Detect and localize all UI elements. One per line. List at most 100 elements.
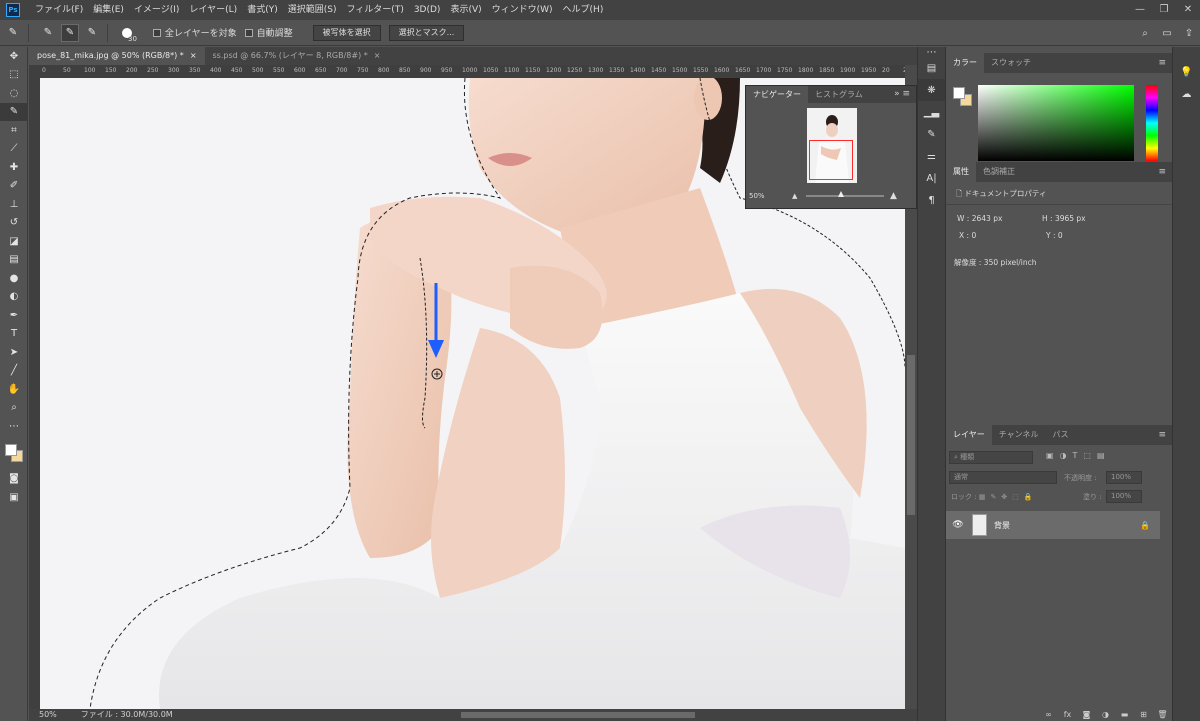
tab-paths[interactable]: パス — [1046, 425, 1076, 445]
path-selection-icon[interactable]: ➤ — [0, 343, 28, 362]
foreground-color[interactable] — [953, 87, 965, 99]
hand-tool-icon[interactable]: ✋ — [0, 380, 28, 399]
trash-icon[interactable]: 🗑 — [1153, 710, 1172, 719]
quick-selection-tool-icon[interactable]: ✎ — [0, 102, 28, 121]
close-tab-icon[interactable]: × — [190, 51, 197, 60]
group-icon[interactable]: ▬ — [1115, 710, 1134, 719]
menu-3d[interactable]: 3D(D) — [409, 0, 446, 20]
character-panel-icon[interactable]: A| — [918, 167, 945, 189]
dodge-tool-icon[interactable]: ◐ — [0, 288, 28, 307]
history-panel-icon[interactable]: ▤ — [918, 57, 945, 79]
tab-navigator[interactable]: ナビゲーター — [746, 86, 808, 103]
share-icon[interactable]: ⇪ — [1178, 28, 1200, 39]
select-mask-button[interactable]: 選択とマスク... — [388, 24, 465, 41]
layer-filter-input[interactable]: ⌕ 種類 — [949, 451, 1033, 464]
histogram-panel-icon[interactable]: ▁▃ — [918, 101, 945, 123]
blend-mode-select[interactable]: 通常 — [949, 471, 1057, 484]
tab-properties[interactable]: 属性 — [946, 162, 976, 182]
zoom-slider[interactable] — [806, 195, 884, 197]
menu-image[interactable]: イメージ(I) — [129, 0, 185, 20]
view-box[interactable] — [809, 140, 853, 180]
eyedropper-tool-icon[interactable]: ⟋ — [0, 140, 28, 159]
opacity-input[interactable]: 100% — [1106, 471, 1142, 484]
gradient-tool-icon[interactable]: ▤ — [0, 251, 28, 270]
blur-tool-icon[interactable]: ● — [0, 269, 28, 288]
tab-pose-81-mika[interactable]: pose_81_mika.jpg @ 50% (RGB/8*) * × — [29, 47, 205, 65]
crop-tool-icon[interactable]: ⌗ — [0, 121, 28, 140]
fx-icon[interactable]: fx — [1058, 710, 1077, 719]
foreground-color[interactable] — [5, 443, 17, 456]
hue-slider[interactable] — [1146, 85, 1158, 161]
add-to-selection-icon[interactable]: ✎ — [61, 23, 79, 42]
healing-brush-icon[interactable]: ✚ — [0, 158, 28, 177]
workspace-icon[interactable]: ▭ — [1156, 28, 1178, 39]
auto-enhance-checkbox[interactable] — [244, 28, 253, 37]
navigator-panel-icon[interactable]: ❋ — [918, 79, 945, 101]
color-field[interactable] — [978, 85, 1134, 161]
history-brush-icon[interactable]: ↺ — [0, 214, 28, 233]
tool-preset-icon[interactable]: ✎ — [4, 24, 22, 42]
new-selection-icon[interactable]: ✎ — [39, 24, 57, 42]
zoom-level[interactable]: 50% — [39, 709, 57, 721]
lasso-tool-icon[interactable]: ◌ — [0, 84, 28, 103]
navigator-thumbnail[interactable] — [807, 108, 857, 183]
zoom-slider-knob[interactable] — [838, 191, 844, 197]
menu-view[interactable]: 表示(V) — [445, 0, 486, 20]
ruler-origin[interactable] — [29, 65, 40, 78]
color-swatches[interactable] — [0, 436, 28, 470]
zoom-tool-icon[interactable]: ⌕ — [0, 399, 28, 418]
select-subject-button[interactable]: 被写体を選択 — [312, 24, 381, 41]
navigator-zoom[interactable]: 50% — [749, 192, 765, 200]
tab-swatches[interactable]: スウォッチ — [984, 53, 1038, 73]
eraser-tool-icon[interactable]: ◪ — [0, 232, 28, 251]
search-icon[interactable]: ⌕ — [1134, 28, 1156, 39]
type-tool-icon[interactable]: T — [0, 325, 28, 344]
sample-all-checkbox[interactable] — [152, 28, 161, 37]
panel-menu-icon[interactable]: ≡ — [1158, 430, 1166, 440]
menu-help[interactable]: ヘルプ(H) — [558, 0, 609, 20]
panel-menu-icon[interactable]: ≡ — [1158, 58, 1166, 68]
zoom-out-icon[interactable]: ▲ — [792, 192, 797, 200]
horizontal-scroll-thumb[interactable] — [461, 712, 695, 718]
subtract-selection-icon[interactable]: ✎ — [83, 24, 101, 42]
new-layer-icon[interactable]: ⊞ — [1134, 710, 1153, 719]
pen-tool-icon[interactable]: ✒ — [0, 306, 28, 325]
brush-settings-icon[interactable]: ✎ — [918, 123, 945, 145]
panel-menu-icon[interactable]: ≡ — [1158, 167, 1166, 177]
more-tools-icon[interactable]: ⋯ — [0, 417, 28, 436]
layer-row-background[interactable]: 👁 背景 🔒 — [946, 511, 1160, 539]
fill-input[interactable]: 100% — [1106, 490, 1142, 503]
clone-stamp-icon[interactable]: ⊥ — [0, 195, 28, 214]
menu-window[interactable]: ウィンドウ(W) — [487, 0, 558, 20]
zoom-in-icon[interactable]: ▲ — [890, 191, 897, 201]
mask-icon[interactable]: ◙ — [1077, 710, 1096, 719]
close-tab-icon[interactable]: × — [374, 51, 381, 60]
menu-file[interactable]: ファイル(F) — [30, 0, 88, 20]
restore-icon[interactable]: ❐ — [1152, 0, 1176, 20]
move-tool-icon[interactable]: ✥ — [0, 47, 28, 66]
tab-layers[interactable]: レイヤー — [946, 425, 992, 445]
tab-adjustments[interactable]: 色調補正 — [976, 162, 1022, 182]
tab-color[interactable]: カラー — [946, 53, 984, 73]
menu-type[interactable]: 書式(Y) — [242, 0, 283, 20]
lock-icons[interactable]: ▦✎✥⬚🔒 — [979, 493, 1038, 501]
tab-ss-psd[interactable]: ss.psd @ 66.7% (レイヤー 8, RGB/8#) * × — [204, 47, 389, 65]
menu-edit[interactable]: 編集(E) — [88, 0, 129, 20]
close-icon[interactable]: ✕ — [1176, 0, 1200, 20]
screen-mode-icon[interactable]: ▣ — [0, 488, 28, 507]
tab-histogram[interactable]: ヒストグラム — [808, 86, 870, 103]
panel-menu-icon[interactable]: » ≡ — [888, 86, 916, 103]
minimize-icon[interactable]: — — [1128, 0, 1152, 20]
visibility-eye-icon[interactable]: 👁 — [950, 520, 966, 530]
menu-select[interactable]: 選択範囲(S) — [283, 0, 342, 20]
scroll-thumb[interactable] — [907, 355, 915, 515]
libraries-icon[interactable]: ☁ — [1173, 83, 1200, 105]
vertical-ruler[interactable] — [29, 78, 40, 709]
adjust-icon[interactable]: ⚌ — [918, 145, 945, 167]
menu-layer[interactable]: レイヤー(L) — [184, 0, 242, 20]
horizontal-ruler[interactable]: 0 50 100 150 200 250 300 350 400 450 500 550 600 650 7… — [40, 65, 905, 78]
marquee-tool-icon[interactable]: ⬚ — [0, 66, 28, 85]
brush-tool-icon[interactable]: ✐ — [0, 177, 28, 196]
learn-icon[interactable]: 💡 — [1173, 61, 1200, 83]
paragraph-panel-icon[interactable]: ¶ — [918, 189, 945, 211]
